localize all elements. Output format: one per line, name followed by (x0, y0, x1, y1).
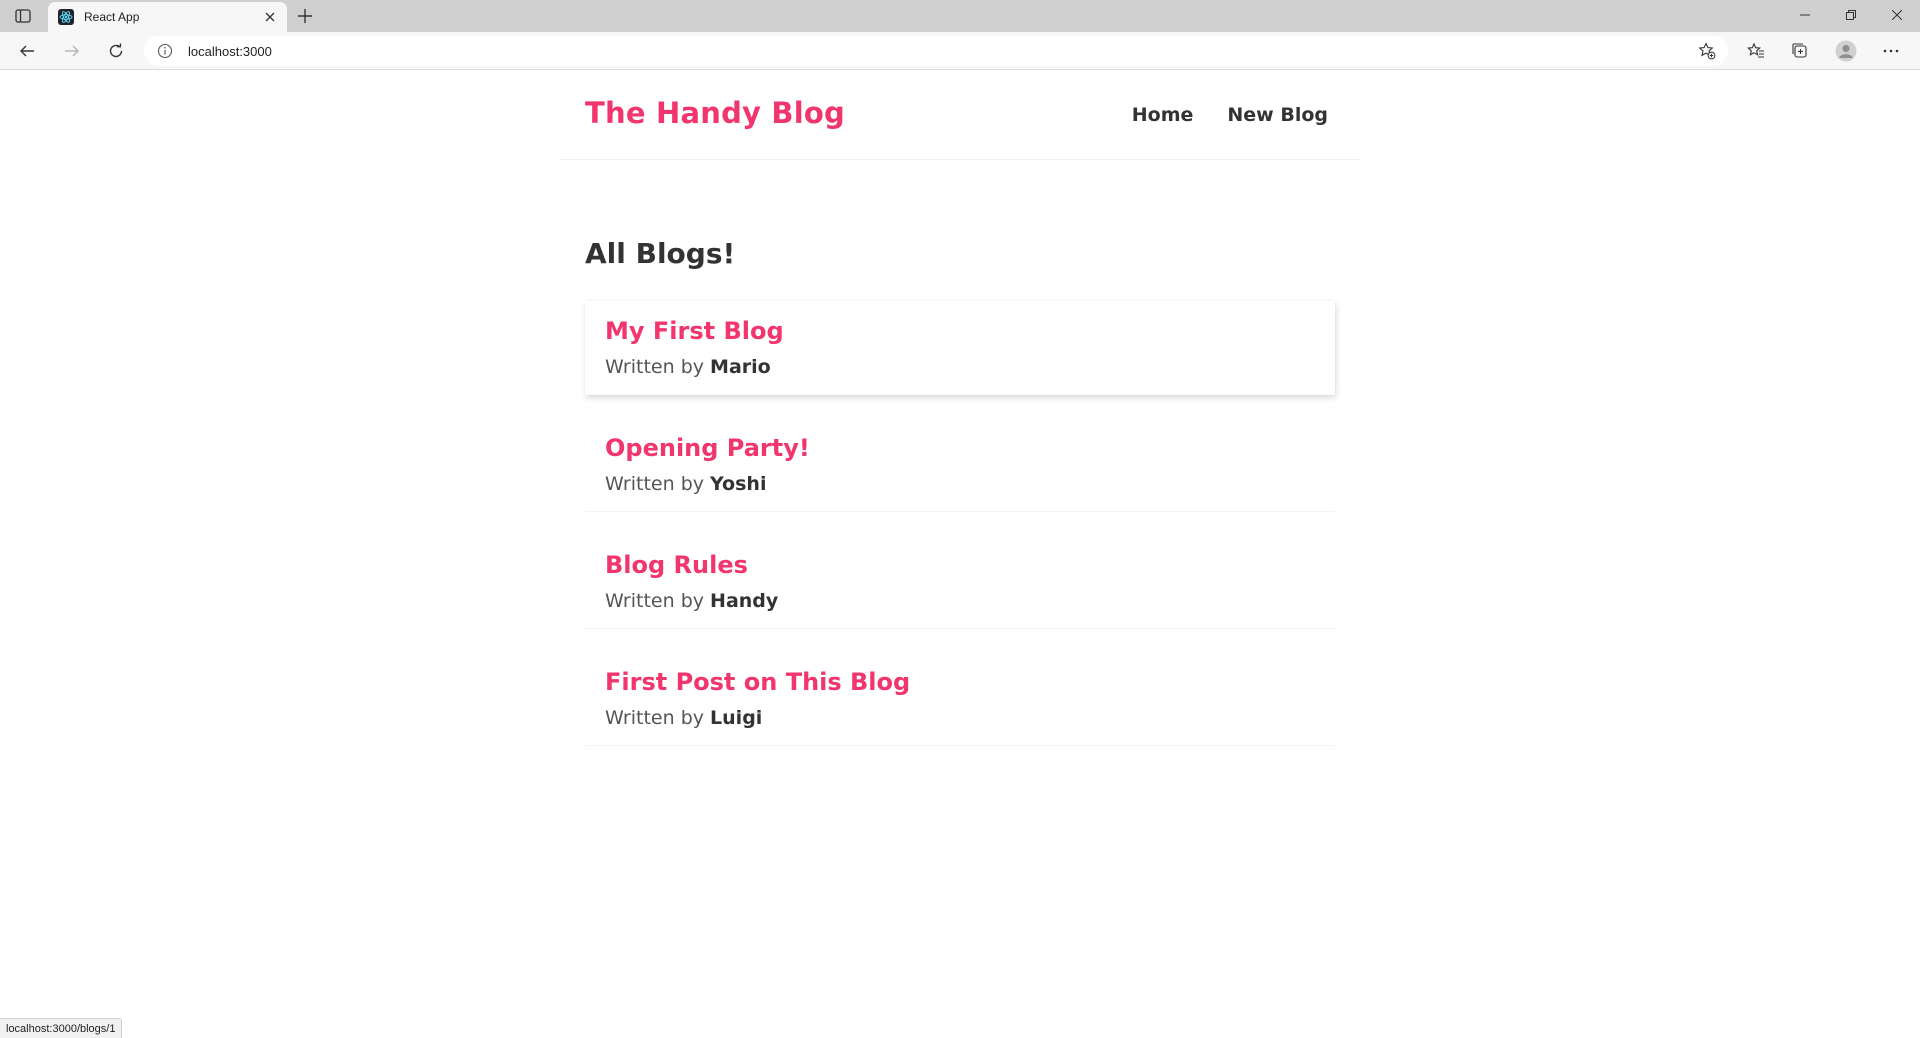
blog-author-line: Written by Yoshi (605, 473, 1315, 495)
blog-author-line: Written by Handy (605, 590, 1315, 612)
blog-title[interactable]: Blog Rules (605, 551, 1315, 583)
blog-title[interactable]: First Post on This Blog (605, 668, 1315, 700)
blog-list: My First Blog Written by Mario Opening P… (585, 301, 1335, 746)
browser-tab-strip: React App (0, 0, 1920, 32)
tab-actions-icon[interactable] (12, 6, 34, 26)
browser-toolbar: localhost:3000 (0, 32, 1920, 70)
more-icon[interactable] (1876, 36, 1906, 66)
arrow-left-icon[interactable] (12, 36, 42, 66)
plus-icon[interactable] (292, 3, 318, 29)
favorites-icon[interactable] (1741, 36, 1771, 66)
author-prefix: Written by (605, 473, 704, 495)
minimize-icon[interactable] (1782, 0, 1828, 30)
tab-title: React App (84, 10, 140, 24)
info-icon[interactable] (156, 42, 174, 60)
arrow-right-icon[interactable] (57, 36, 87, 66)
blog-author-line: Written by Mario (605, 356, 1315, 378)
site-brand: The Handy Blog (585, 96, 845, 130)
refresh-icon[interactable] (101, 36, 131, 66)
browser-tab[interactable]: React App (48, 2, 287, 32)
close-icon[interactable] (257, 4, 283, 30)
blog-preview[interactable]: My First Blog Written by Mario (585, 301, 1335, 395)
blog-title[interactable]: Opening Party! (605, 434, 1315, 466)
author-prefix: Written by (605, 590, 704, 612)
status-bar-url: localhost:3000/blogs/1 (0, 1018, 123, 1038)
restore-icon[interactable] (1828, 0, 1874, 30)
blog-title[interactable]: My First Blog (605, 317, 1315, 349)
page-title: All Blogs! (585, 237, 736, 270)
collections-icon[interactable] (1785, 36, 1815, 66)
nav-link-new-blog[interactable]: New Blog (1227, 104, 1328, 126)
home-content: All Blogs! My First Blog Written by Mari… (585, 237, 1335, 769)
window-controls (1782, 0, 1920, 30)
blog-author: Handy (710, 590, 779, 612)
blog-author: Yoshi (710, 473, 767, 495)
blog-author-line: Written by Luigi (605, 707, 1315, 729)
site-navbar: The Handy Blog Home New Blog (559, 71, 1361, 160)
window-close-icon[interactable] (1874, 0, 1920, 30)
blog-preview[interactable]: First Post on This Blog Written by Luigi (585, 652, 1335, 746)
react-icon (58, 9, 74, 25)
blog-preview[interactable]: Opening Party! Written by Yoshi (585, 418, 1335, 512)
star-plus-icon[interactable] (1698, 42, 1716, 60)
author-prefix: Written by (605, 356, 704, 378)
nav-links: Home New Blog (1132, 104, 1328, 126)
author-prefix: Written by (605, 707, 704, 729)
blog-author: Mario (710, 356, 771, 378)
nav-link-home[interactable]: Home (1132, 104, 1194, 126)
address-bar[interactable]: localhost:3000 (144, 36, 1728, 66)
blog-author: Luigi (710, 707, 763, 729)
page-viewport: The Handy Blog Home New Blog All Blogs! … (0, 71, 1920, 1038)
avatar-icon[interactable] (1831, 36, 1861, 66)
blog-preview[interactable]: Blog Rules Written by Handy (585, 535, 1335, 629)
address-url: localhost:3000 (188, 43, 272, 59)
